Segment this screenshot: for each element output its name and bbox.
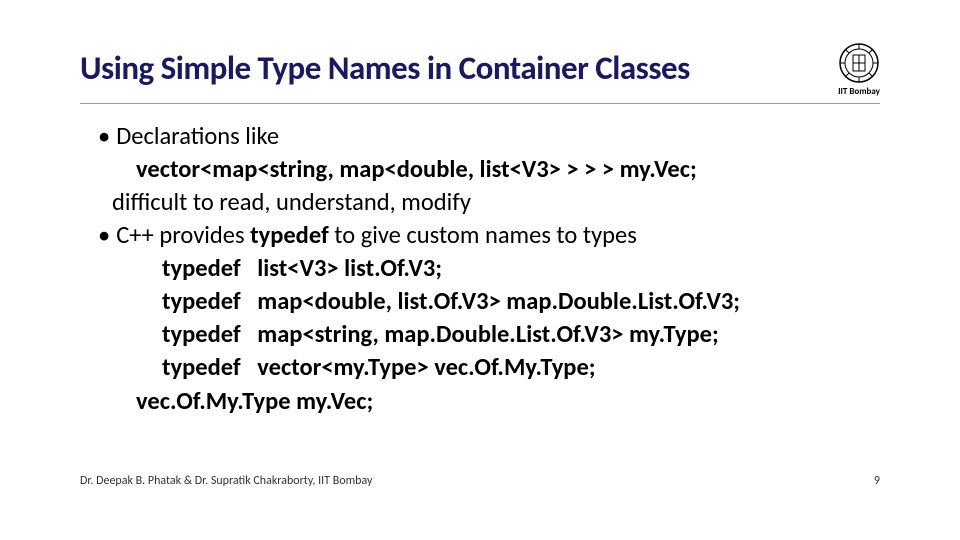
typedef-body-2: map<double, list.Of.V3> map.Double.List.… bbox=[257, 286, 740, 316]
final-decl-text: vec.Of.My.Type my.Vec; bbox=[136, 386, 373, 416]
bullet-1-followup: difficult to read, understand, modify bbox=[80, 186, 880, 219]
bullet-1-text: Declarations like bbox=[116, 121, 279, 151]
typedef-body-1: list<V3> list.Of.V3; bbox=[257, 253, 442, 283]
bullet-marker: • bbox=[98, 121, 110, 151]
typedef-body-4: vector<my.Type> vec.Of.My.Type; bbox=[257, 352, 595, 382]
final-declaration: vec.Of.My.Type my.Vec; bbox=[80, 385, 880, 418]
typedef-line-1: typedef list<V3> list.Of.V3; bbox=[80, 252, 880, 285]
bullet-marker: • bbox=[98, 220, 110, 250]
typedef-line-3: typedef map<string, map.Double.List.Of.V… bbox=[80, 318, 880, 351]
slide-title: Using Simple Type Names in Container Cla… bbox=[80, 48, 690, 88]
gear-emblem-icon bbox=[838, 42, 880, 84]
slide: Using Simple Type Names in Container Cla… bbox=[0, 0, 960, 540]
code-vector-decl: vector<map<string, map<double, list<V3> … bbox=[136, 154, 697, 184]
typedef-keyword: typedef bbox=[162, 352, 241, 382]
footer-credit: Dr. Deepak B. Phatak & Dr. Supratik Chak… bbox=[80, 474, 372, 488]
slide-header: Using Simple Type Names in Container Cla… bbox=[80, 48, 880, 104]
typedef-body-3: map<string, map.Double.List.Of.V3> my.Ty… bbox=[257, 319, 718, 349]
institution-logo: IIT Bombay bbox=[838, 42, 880, 97]
slide-body: •Declarations like vector<map<string, ma… bbox=[80, 120, 880, 418]
bullet-2-text-a: C++ provides bbox=[116, 220, 250, 250]
bullet-1-code-line: vector<map<string, map<double, list<V3> … bbox=[80, 153, 880, 186]
typedef-keyword: typedef bbox=[162, 319, 241, 349]
typedef-keyword-inline: typedef bbox=[250, 220, 329, 250]
typedef-keyword: typedef bbox=[162, 253, 241, 283]
bullet-1: •Declarations like bbox=[80, 120, 880, 153]
typedef-line-4: typedef vector<my.Type> vec.Of.My.Type; bbox=[80, 351, 880, 384]
bullet-2: •C++ provides typedef to give custom nam… bbox=[80, 219, 880, 252]
logo-caption: IIT Bombay bbox=[838, 86, 880, 97]
typedef-line-2: typedef map<double, list.Of.V3> map.Doub… bbox=[80, 285, 880, 318]
page-number: 9 bbox=[874, 474, 880, 488]
bullet-2-text-b: to give custom names to types bbox=[329, 220, 637, 250]
slide-footer: Dr. Deepak B. Phatak & Dr. Supratik Chak… bbox=[80, 474, 880, 488]
typedef-keyword: typedef bbox=[162, 286, 241, 316]
